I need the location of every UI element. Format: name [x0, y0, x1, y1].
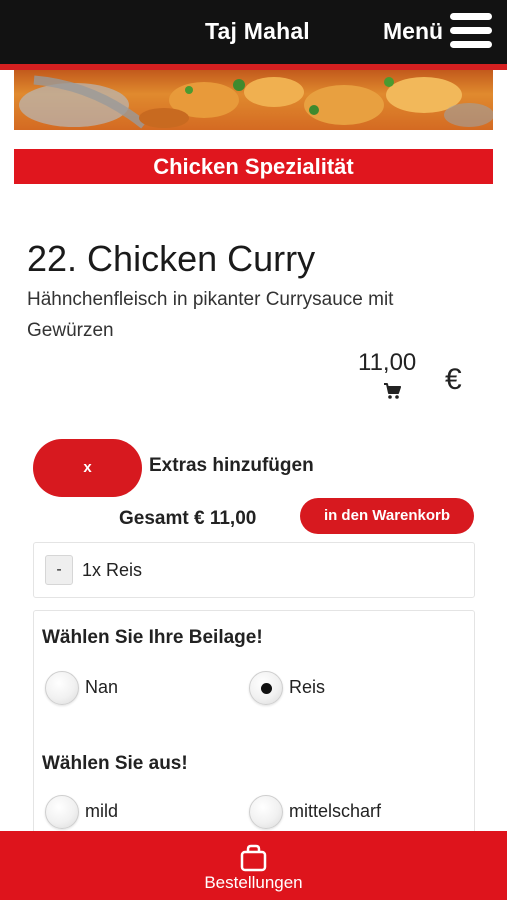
dish-price: 11,00	[358, 349, 417, 376]
dish-title: 22. Chicken Curry	[27, 238, 316, 279]
radio-label[interactable]: mittelscharf	[289, 801, 381, 822]
radio-option-mild[interactable]: mild	[45, 795, 215, 829]
food-banner-image	[14, 70, 493, 130]
selected-extras-box: - 1x Reis	[33, 542, 475, 598]
options-panel: Wählen Sie Ihre Beilage! Nan Reis Wählen…	[33, 610, 475, 850]
extras-label: Extras hinzufügen	[149, 455, 314, 476]
selected-extra-item: 1x Reis	[82, 560, 143, 580]
order-total: Gesamt € 11,00	[119, 508, 257, 529]
orders-label[interactable]: Bestellungen	[0, 873, 507, 893]
bottom-orders-bar[interactable]: Bestellungen	[0, 831, 507, 900]
menu-label[interactable]: Menü	[383, 18, 443, 45]
remove-extra-button[interactable]: -	[45, 555, 73, 585]
radio-button-checked[interactable]	[249, 671, 283, 705]
currency-symbol: €	[445, 363, 462, 396]
radio-option-mittelscharf[interactable]: mittelscharf	[249, 795, 449, 829]
cart-icon[interactable]	[383, 382, 401, 400]
radio-label[interactable]: Nan	[85, 677, 118, 698]
radio-option-nan[interactable]: Nan	[45, 671, 215, 705]
add-to-cart-button[interactable]: in den Warenkorb	[300, 498, 474, 534]
radio-button[interactable]	[249, 795, 283, 829]
side-dish-group-title: Wählen Sie Ihre Beilage!	[42, 627, 263, 648]
shopping-bag-icon[interactable]	[240, 844, 267, 872]
radio-button[interactable]	[45, 671, 79, 705]
radio-button[interactable]	[45, 795, 79, 829]
top-navigation-bar: Taj Mahal Menü	[0, 0, 507, 64]
extras-toggle-button[interactable]: x	[33, 439, 142, 497]
radio-label[interactable]: mild	[85, 801, 118, 822]
radio-option-reis[interactable]: Reis	[249, 671, 419, 705]
spice-group-title: Wählen Sie aus!	[42, 753, 188, 774]
category-header: Chicken Spezialität	[14, 149, 493, 184]
hamburger-icon[interactable]	[450, 13, 492, 49]
radio-label[interactable]: Reis	[289, 677, 325, 698]
dish-description: Hähnchenfleisch in pikanter Currysauce m…	[27, 289, 394, 341]
app-title[interactable]: Taj Mahal	[205, 18, 310, 45]
